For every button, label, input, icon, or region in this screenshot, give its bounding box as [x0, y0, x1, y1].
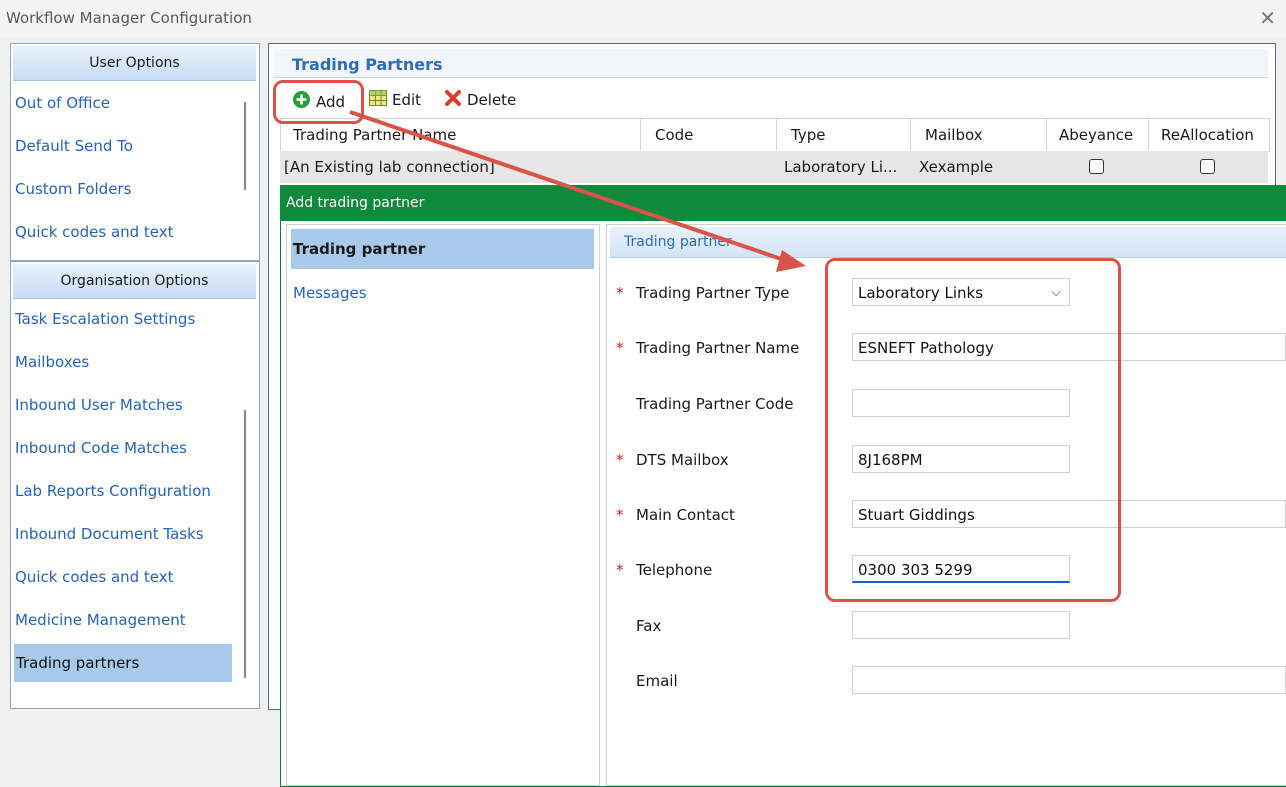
arrow-head — [776, 250, 806, 272]
arrow-line — [349, 110, 791, 264]
arrow-annotation — [349, 110, 806, 272]
